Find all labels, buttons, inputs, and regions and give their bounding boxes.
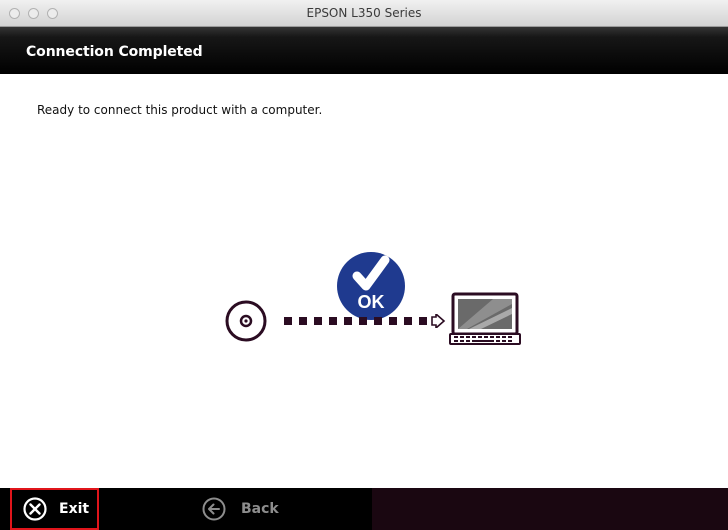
ok-badge-text: OK bbox=[358, 292, 385, 312]
page-title: Connection Completed bbox=[26, 44, 203, 60]
exit-button-label: Exit bbox=[59, 501, 90, 517]
back-arrow-circle-icon bbox=[202, 497, 226, 521]
exit-button[interactable]: Exit bbox=[10, 488, 99, 530]
connection-arrow bbox=[284, 314, 446, 328]
ok-checkmark-icon: OK bbox=[337, 252, 405, 320]
page-header: Connection Completed bbox=[0, 27, 728, 74]
cd-disc-icon bbox=[225, 300, 267, 342]
close-circle-icon bbox=[23, 497, 47, 521]
footer-bar: Exit Back bbox=[0, 488, 728, 530]
laptop-computer-icon bbox=[449, 292, 521, 345]
back-button[interactable]: Back bbox=[202, 488, 312, 530]
window-titlebar: EPSON L350 Series bbox=[0, 0, 728, 27]
status-message: Ready to connect this product with a com… bbox=[37, 103, 323, 117]
back-button-label: Back bbox=[241, 501, 279, 517]
connection-illustration: OK bbox=[222, 249, 522, 354]
window-title: EPSON L350 Series bbox=[306, 6, 422, 20]
